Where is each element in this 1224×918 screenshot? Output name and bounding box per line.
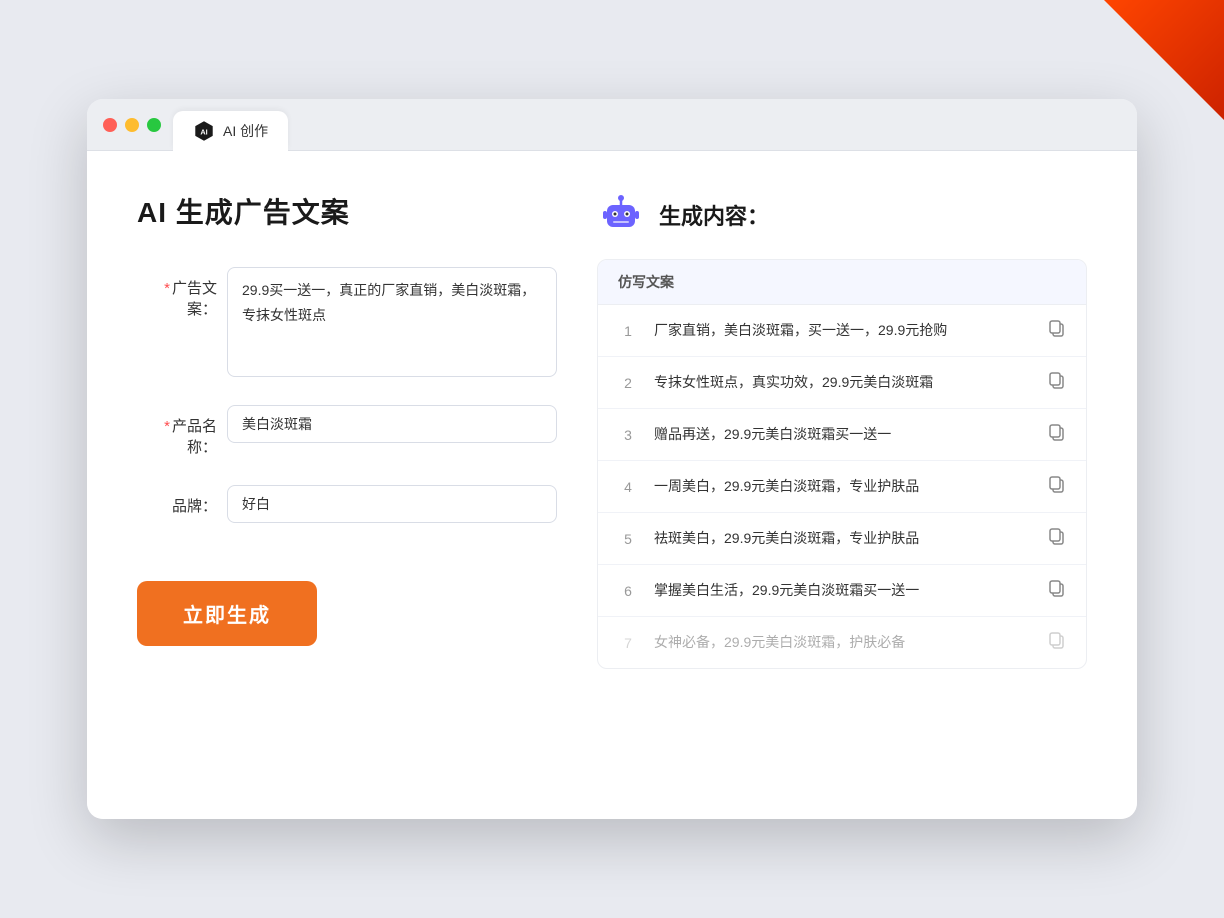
form-group-brand: 品牌： (137, 485, 557, 523)
result-item-num: 1 (618, 323, 638, 339)
result-table: 仿写文案 1 厂家直销，美白淡斑霜，买一送一，29.9元抢购 2 专抹女性斑点，真实… (597, 259, 1087, 669)
browser-window: AI AI 创作 AI 生成广告文案 *广告文案： *产品名称： (87, 99, 1137, 819)
result-item-text: 厂家直销，美白淡斑霜，买一送一，29.9元抢购 (654, 320, 1032, 341)
result-item-num: 2 (618, 375, 638, 391)
result-item-text: 祛斑美白，29.9元美白淡斑霜，专业护肤品 (654, 528, 1032, 549)
browser-titlebar: AI AI 创作 (87, 99, 1137, 151)
browser-content: AI 生成广告文案 *广告文案： *产品名称： 品牌： 立 (87, 151, 1137, 819)
result-item-text: 一周美白，29.9元美白淡斑霜，专业护肤品 (654, 476, 1032, 497)
result-item: 5 祛斑美白，29.9元美白淡斑霜，专业护肤品 (598, 513, 1086, 565)
result-item-num: 7 (618, 635, 638, 651)
result-item: 4 一周美白，29.9元美白淡斑霜，专业护肤品 (598, 461, 1086, 513)
brand-label: 品牌： (137, 485, 227, 516)
product-name-input[interactable] (227, 405, 557, 443)
copy-icon[interactable] (1048, 371, 1066, 394)
form-group-product-name: *产品名称： (137, 405, 557, 457)
copy-icon[interactable] (1048, 423, 1066, 446)
ai-tab-icon: AI (193, 120, 215, 142)
copy-icon[interactable] (1048, 319, 1066, 342)
result-table-header: 仿写文案 (598, 260, 1086, 305)
ad-copy-input[interactable] (227, 267, 557, 377)
brand-input[interactable] (227, 485, 557, 523)
right-panel: 生成内容： 仿写文案 1 厂家直销，美白淡斑霜，买一送一，29.9元抢购 2 专抹女… (597, 191, 1087, 779)
product-name-required: * (164, 418, 170, 435)
result-item-num: 6 (618, 583, 638, 599)
traffic-light-close[interactable] (103, 118, 117, 132)
result-item-text: 掌握美白生活，29.9元美白淡斑霜买一送一 (654, 580, 1032, 601)
traffic-light-minimize[interactable] (125, 118, 139, 132)
result-item-text: 专抹女性斑点，真实功效，29.9元美白淡斑霜 (654, 372, 1032, 393)
form-group-ad-copy: *广告文案： (137, 267, 557, 377)
result-title: 生成内容： (659, 199, 769, 231)
result-item: 3 赠品再送，29.9元美白淡斑霜买一送一 (598, 409, 1086, 461)
result-item: 7 女神必备，29.9元美白淡斑霜，护肤必备 (598, 617, 1086, 668)
result-item-num: 5 (618, 531, 638, 547)
copy-icon[interactable] (1048, 475, 1066, 498)
page-title: AI 生成广告文案 (137, 191, 557, 231)
result-items-container: 1 厂家直销，美白淡斑霜，买一送一，29.9元抢购 2 专抹女性斑点，真实功效，29… (598, 305, 1086, 668)
result-item-num: 3 (618, 427, 638, 443)
product-name-label: *产品名称： (137, 405, 227, 457)
traffic-light-maximize[interactable] (147, 118, 161, 132)
ad-copy-required: * (164, 280, 170, 297)
result-item-text: 赠品再送，29.9元美白淡斑霜买一送一 (654, 424, 1032, 445)
tab-label: AI 创作 (223, 121, 268, 141)
copy-icon[interactable] (1048, 527, 1066, 550)
result-item: 2 专抹女性斑点，真实功效，29.9元美白淡斑霜 (598, 357, 1086, 409)
left-panel: AI 生成广告文案 *广告文案： *产品名称： 品牌： 立 (137, 191, 557, 779)
result-item-num: 4 (618, 479, 638, 495)
traffic-lights (103, 118, 161, 132)
result-item: 6 掌握美白生活，29.9元美白淡斑霜买一送一 (598, 565, 1086, 617)
copy-icon[interactable] (1048, 579, 1066, 602)
robot-icon (597, 191, 645, 239)
result-item-text: 女神必备，29.9元美白淡斑霜，护肤必备 (654, 632, 1032, 653)
ad-copy-label: *广告文案： (137, 267, 227, 319)
copy-icon[interactable] (1048, 631, 1066, 654)
result-item: 1 厂家直销，美白淡斑霜，买一送一，29.9元抢购 (598, 305, 1086, 357)
tab-ai-create[interactable]: AI AI 创作 (173, 111, 288, 151)
generate-button[interactable]: 立即生成 (137, 581, 317, 646)
svg-text:AI: AI (200, 127, 207, 136)
result-header: 生成内容： (597, 191, 1087, 239)
